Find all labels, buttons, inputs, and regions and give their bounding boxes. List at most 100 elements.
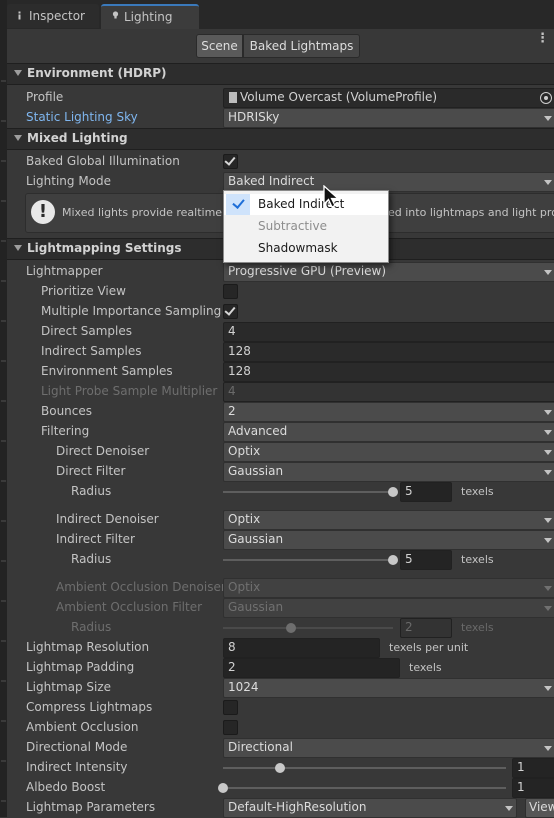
- view-button-label: View: [529, 800, 554, 814]
- baked-gi-checkbox[interactable]: [223, 154, 238, 169]
- direct-denoiser-dropdown[interactable]: Optix: [223, 442, 554, 462]
- chevron-down-icon: [544, 518, 552, 523]
- filtering-value: Advanced: [228, 424, 288, 438]
- info-text-left: Mixed lights provide realtime dire: [62, 206, 247, 219]
- indirect-denoiser-label: Indirect Denoiser: [56, 512, 159, 526]
- baked-gi-label: Baked Global Illumination: [26, 154, 180, 168]
- tab-inspector[interactable]: Inspector: [7, 4, 99, 28]
- strip-tick: [1, 200, 6, 202]
- direct-samples-value: 4: [228, 324, 236, 338]
- lighting-mode-popup-menu: Baked Indirect Subtractive Shadowmask: [223, 190, 389, 263]
- strip-tick: [1, 720, 6, 722]
- left-dock-strip: [0, 0, 7, 817]
- indirect-radius-label: Radius: [71, 552, 112, 566]
- lightmap-padding-input[interactable]: 2: [223, 658, 400, 678]
- ao-denoiser-dropdown: Optix: [223, 578, 554, 598]
- view-button[interactable]: View: [525, 798, 554, 818]
- albedo-boost-value: 1: [517, 780, 525, 794]
- indirect-intensity-slider-track[interactable]: [223, 767, 506, 769]
- static-lighting-sky-value: HDRISky: [228, 110, 280, 124]
- foldout-arrow-icon: [14, 245, 22, 251]
- direct-radius-slider-handle[interactable]: [388, 487, 398, 497]
- menu-item-subtractive: Subtractive: [224, 216, 388, 237]
- profile-label: Profile: [26, 90, 64, 104]
- mis-checkbox[interactable]: [223, 304, 238, 319]
- checkmark-icon: [224, 304, 236, 316]
- bounces-label: Bounces: [41, 404, 93, 418]
- environment-samples-input[interactable]: 128: [223, 362, 554, 382]
- strip-tick: [1, 640, 6, 642]
- strip-tick: [1, 440, 6, 442]
- tab-lighting[interactable]: Lighting: [101, 4, 199, 29]
- warning-info-icon: !: [31, 200, 55, 224]
- chevron-down-icon: [544, 270, 552, 275]
- static-lighting-sky-dropdown[interactable]: HDRISky: [223, 108, 554, 128]
- albedo-boost-slider-handle[interactable]: [218, 783, 228, 793]
- prioritize-view-checkbox[interactable]: [223, 284, 238, 299]
- indirect-samples-input[interactable]: 128: [223, 342, 554, 362]
- bounces-dropdown[interactable]: 2: [223, 402, 554, 422]
- environment-samples-value: 128: [228, 364, 251, 378]
- menu-item-shadowmask[interactable]: Shadowmask: [224, 238, 388, 259]
- object-picker-icon[interactable]: [540, 92, 552, 104]
- direct-radius-input[interactable]: 5: [400, 482, 452, 502]
- indirect-filter-value: Gaussian: [228, 532, 284, 546]
- info-text-right: ed into lightmaps and light probes.: [388, 206, 554, 219]
- foldout-arrow-icon: [14, 70, 22, 76]
- indirect-intensity-value: 1: [517, 760, 525, 774]
- indirect-denoiser-dropdown[interactable]: Optix: [223, 510, 554, 530]
- strip-tick: [1, 280, 6, 282]
- profile-object-field[interactable]: Volume Overcast (VolumeProfile): [223, 88, 554, 108]
- albedo-boost-slider-track[interactable]: [228, 787, 506, 789]
- lightmap-parameters-label: Lightmap Parameters: [26, 800, 156, 814]
- baked-lightmaps-tab-button[interactable]: Baked Lightmaps: [243, 34, 360, 58]
- lightmap-size-dropdown[interactable]: 1024: [223, 678, 554, 698]
- prioritize-view-label: Prioritize View: [41, 284, 126, 298]
- lighting-mode-dropdown[interactable]: Baked Indirect: [223, 172, 554, 192]
- indirect-intensity-input[interactable]: 1: [512, 758, 554, 778]
- albedo-boost-input[interactable]: 1: [512, 778, 554, 798]
- section-environment-hdrp[interactable]: Environment (HDRP): [7, 63, 554, 85]
- strip-tick: [1, 160, 6, 162]
- chevron-down-icon: [544, 538, 552, 543]
- compress-lightmaps-checkbox[interactable]: [223, 700, 238, 715]
- directional-mode-label: Directional Mode: [26, 740, 128, 754]
- indirect-radius-input[interactable]: 5: [400, 550, 452, 570]
- indirect-radius-slider-track[interactable]: [223, 559, 393, 561]
- lightmap-padding-label: Lightmap Padding: [26, 660, 135, 674]
- kebab-menu-icon[interactable]: ⋮: [536, 31, 549, 46]
- direct-denoiser-label: Direct Denoiser: [56, 444, 150, 458]
- chevron-down-icon: [544, 410, 552, 415]
- strip-tick: [1, 520, 6, 522]
- scene-tab-button[interactable]: Scene: [196, 34, 243, 58]
- indirect-radius-value: 5: [405, 552, 413, 566]
- menu-item-baked-indirect[interactable]: Baked Indirect: [224, 194, 388, 215]
- ao-radius-unit: texels: [461, 621, 494, 634]
- lightmap-parameters-dropdown[interactable]: Default-HighResolution: [223, 798, 517, 818]
- ao-filter-label: Ambient Occlusion Filter: [56, 600, 203, 614]
- section-title: Mixed Lighting: [27, 131, 128, 145]
- indirect-filter-label: Indirect Filter: [56, 532, 135, 546]
- indirect-intensity-slider-handle[interactable]: [274, 763, 285, 773]
- ambient-occlusion-checkbox[interactable]: [223, 720, 238, 735]
- mouse-cursor-icon: [323, 185, 340, 208]
- tab-bar: Inspector Lighting: [7, 0, 554, 30]
- static-lighting-sky-label: Static Lighting Sky: [26, 110, 138, 124]
- direct-samples-input[interactable]: 4: [223, 322, 554, 342]
- lightmap-padding-unit: texels: [409, 661, 442, 674]
- bounces-value: 2: [228, 404, 236, 418]
- info-icon: [18, 11, 21, 20]
- section-mixed-lighting[interactable]: Mixed Lighting: [7, 128, 554, 150]
- direct-filter-dropdown[interactable]: Gaussian: [223, 462, 554, 482]
- indirect-radius-slider-handle[interactable]: [388, 555, 398, 565]
- directional-mode-dropdown[interactable]: Directional: [223, 738, 554, 758]
- menu-item-label: Shadowmask: [258, 241, 338, 255]
- environment-samples-label: Environment Samples: [41, 364, 173, 378]
- indirect-filter-dropdown[interactable]: Gaussian: [223, 530, 554, 550]
- lightmapper-dropdown[interactable]: Progressive GPU (Preview): [223, 262, 554, 282]
- chevron-down-icon: [544, 686, 552, 691]
- direct-radius-slider-track[interactable]: [223, 491, 393, 493]
- filtering-dropdown[interactable]: Advanced: [223, 422, 554, 442]
- lightmap-resolution-input[interactable]: 8: [223, 638, 380, 658]
- tab-lighting-label: Lighting: [124, 10, 173, 24]
